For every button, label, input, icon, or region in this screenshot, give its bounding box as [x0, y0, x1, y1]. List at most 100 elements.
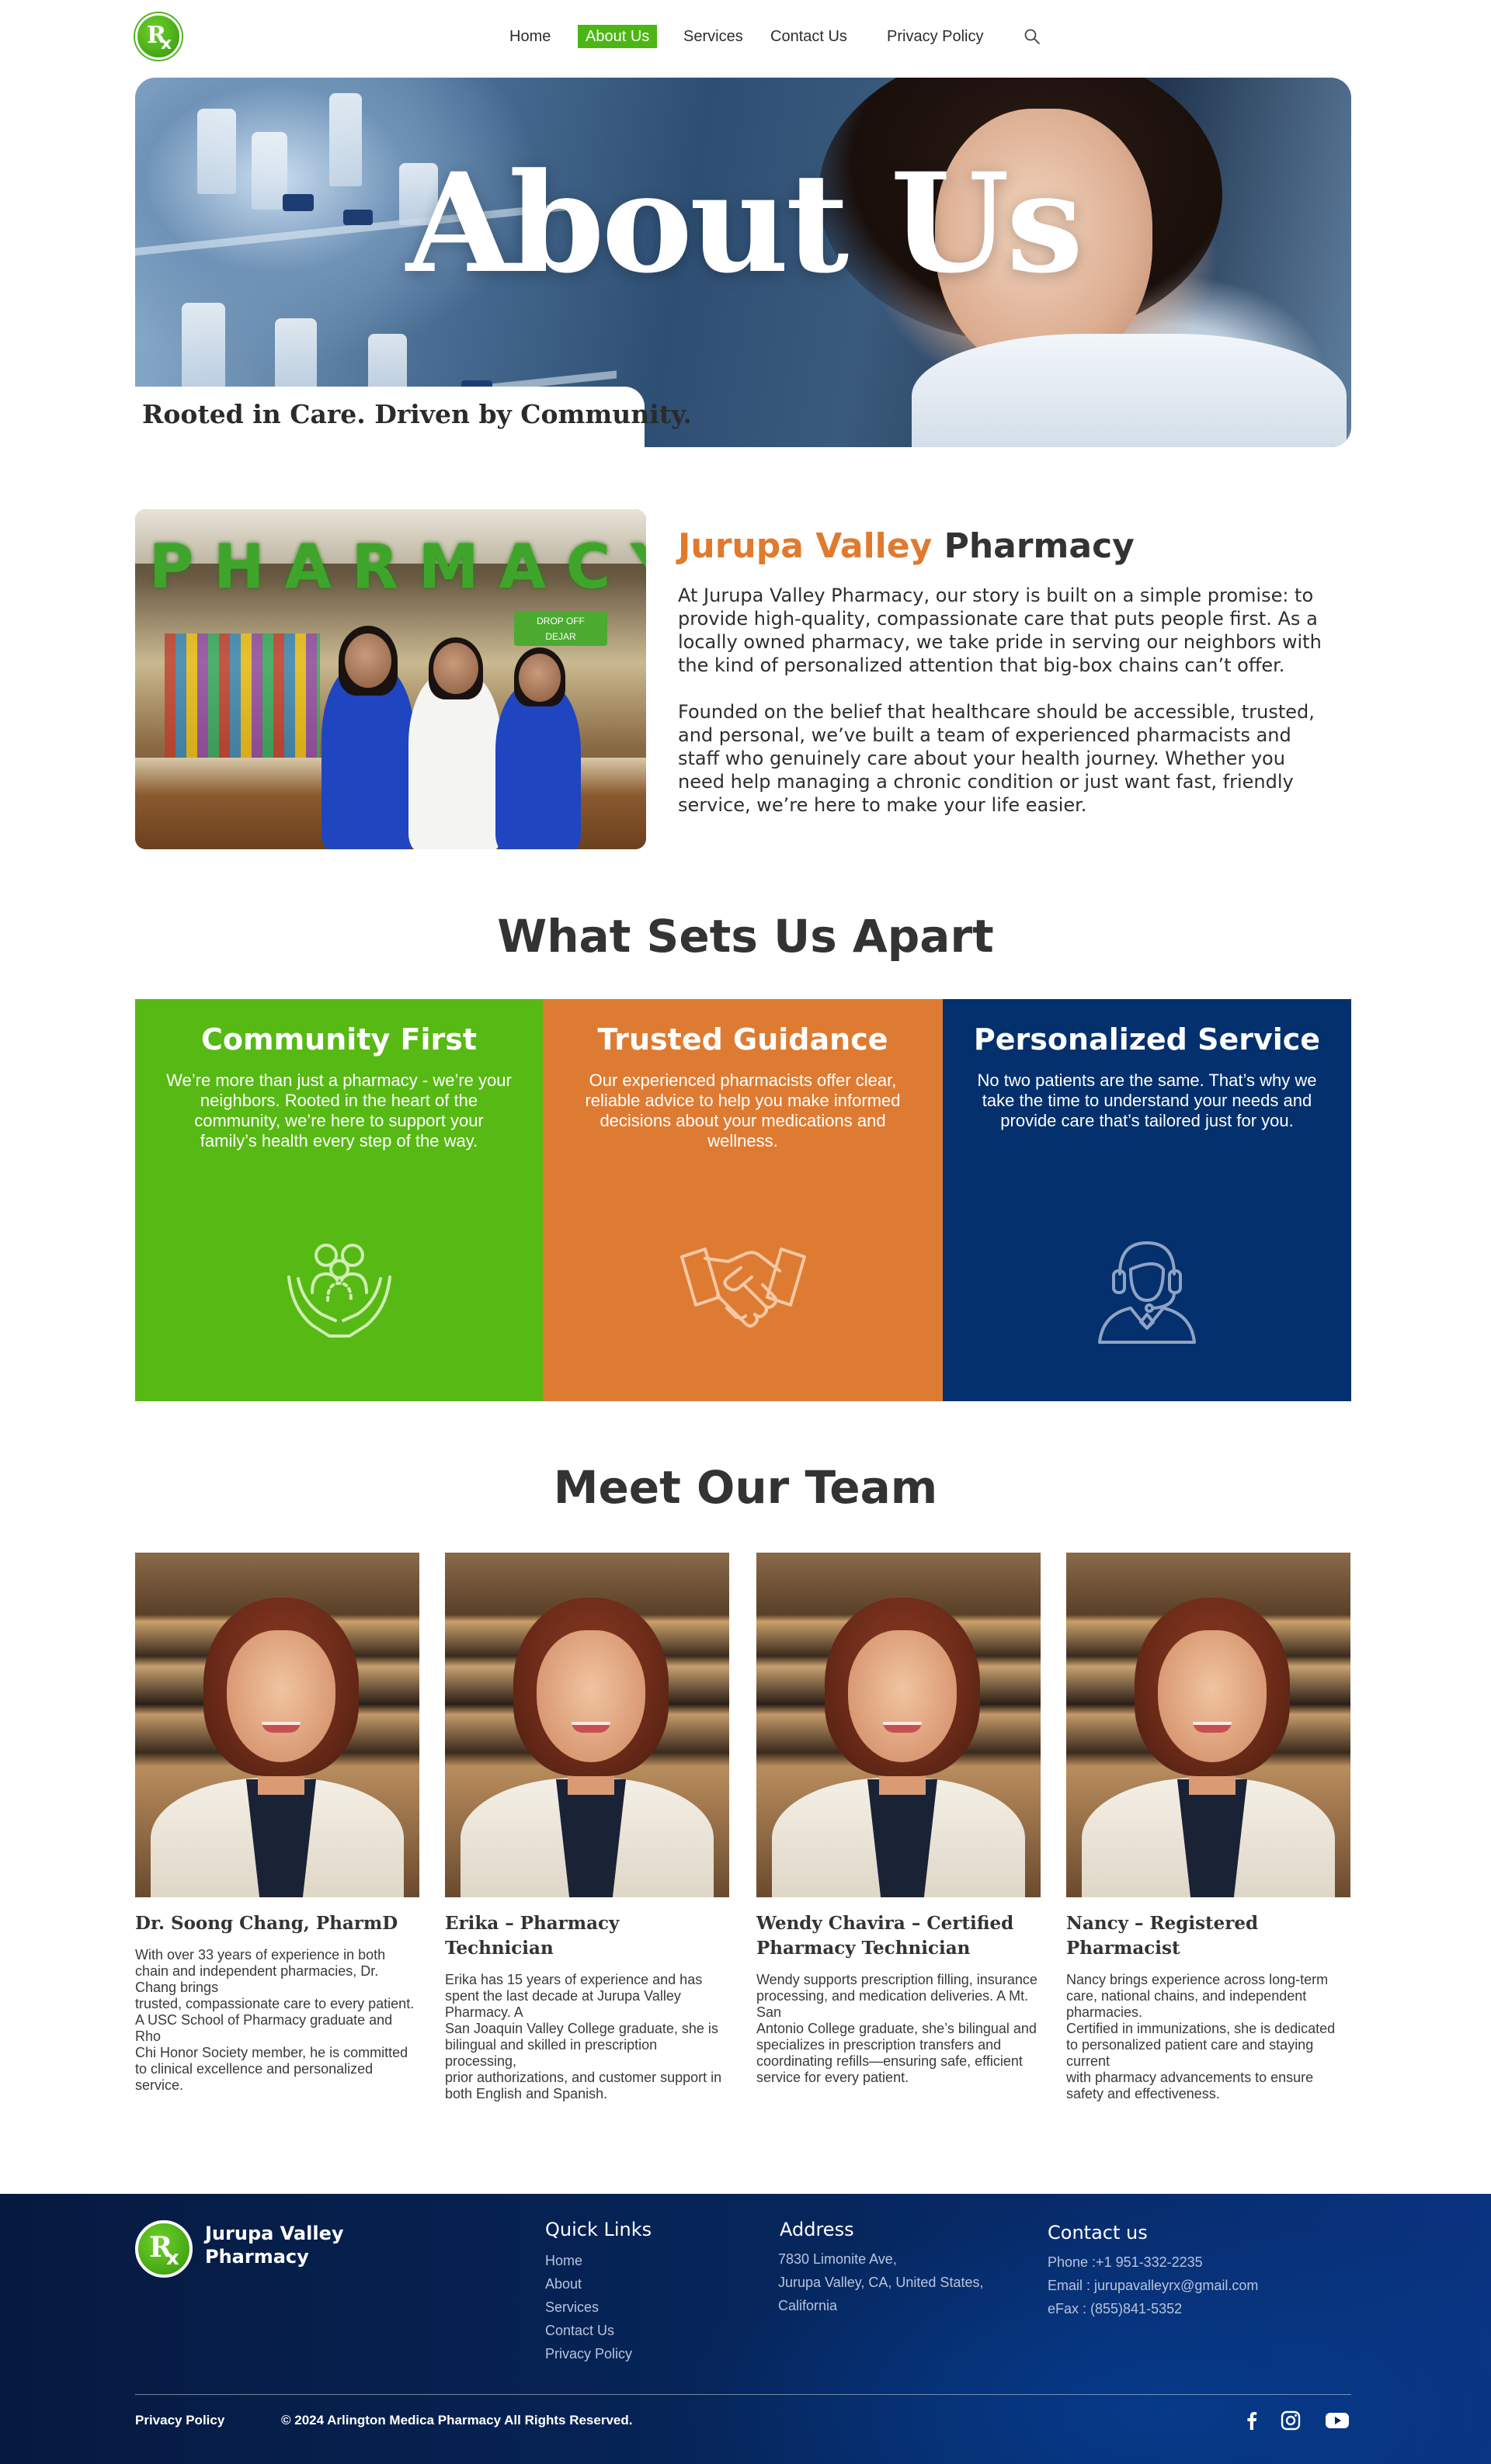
- youtube-icon[interactable]: [1325, 2410, 1350, 2431]
- photo-smile: [883, 1722, 922, 1733]
- photo-staff-head: [433, 643, 478, 694]
- feature-title: Trusted Guidance: [597, 1022, 888, 1057]
- footer-brand-line: Jurupa Valley: [205, 2223, 344, 2244]
- footer-link-home[interactable]: Home: [545, 2253, 582, 2269]
- address-line: Jurupa Valley, CA, United States,: [778, 2275, 984, 2290]
- nav-home[interactable]: Home: [509, 25, 551, 48]
- team-title: Meet Our Team: [553, 1461, 938, 1514]
- footer-rx-logo[interactable]: R x: [135, 2220, 193, 2278]
- photo-staff-person: [495, 684, 581, 849]
- hero-tagline: Rooted in Care. Driven by Community.: [142, 399, 692, 429]
- bio-line: Nancy brings experience across long-term…: [1066, 1972, 1329, 2020]
- photo-face: [537, 1630, 645, 1762]
- team-member-photo: [135, 1553, 419, 1897]
- contact-title: Contact us: [1048, 2222, 1148, 2244]
- nav-privacy-policy[interactable]: Privacy Policy: [887, 25, 983, 48]
- feature-card-personalized-service: Personalized Service No two patients are…: [943, 999, 1351, 1401]
- team-member-bio: Nancy brings experience across long-term…: [1066, 1972, 1350, 2102]
- about-paragraph-2: Founded on the belief that healthcare sh…: [678, 701, 1315, 816]
- footer-link-services[interactable]: Services: [545, 2299, 599, 2316]
- facebook-icon[interactable]: [1241, 2410, 1263, 2431]
- team-member-photo: [1066, 1553, 1350, 1897]
- address-line: 7830 Limonite Ave,: [778, 2251, 897, 2267]
- team-member-photo: [445, 1553, 729, 1897]
- team-member-bio: Erika has 15 years of experience and has…: [445, 1972, 729, 2102]
- footer-copyright: © 2024 Arlington Medica Pharmacy All Rig…: [281, 2413, 633, 2428]
- bio-line: Chi Honor Society member, he is committe…: [135, 2045, 408, 2093]
- contact-email[interactable]: Email : jurupavalleyrx@gmail.com: [1048, 2278, 1258, 2294]
- contact-efax: eFax : (855)841-5352: [1048, 2301, 1183, 2317]
- drop-off-label: DROP OFF: [537, 616, 585, 626]
- site-header: R x Home About Us Services Contact Us Pr…: [0, 0, 1491, 75]
- contact-phone[interactable]: Phone :+1 951-332-2235: [1048, 2254, 1203, 2271]
- quick-links-title: Quick Links: [545, 2219, 652, 2240]
- hero-bottle: [275, 318, 317, 396]
- team-member-name: Dr. Soong Chang, PharmD: [135, 1913, 398, 1934]
- team-member-card: Nancy – Registered Pharmacist Nancy brin…: [1066, 1553, 1350, 2102]
- support-agent-icon: [1098, 1241, 1196, 1344]
- bio-line: coordinating refills—ensuring safe, effi…: [756, 2053, 1023, 2085]
- photo-face: [227, 1630, 335, 1762]
- dejar-label: DEJAR: [545, 631, 576, 642]
- nav-about-us[interactable]: About Us: [578, 25, 658, 48]
- team-member-name: Erika – Pharmacy Technician: [445, 1913, 620, 1959]
- bio-line: trusted, compassionate care to every pat…: [135, 1996, 415, 2044]
- bio-line: Wendy supports prescription filling, ins…: [756, 1972, 1037, 2020]
- footer-brand-line: Pharmacy: [205, 2246, 309, 2268]
- photo-staff-head: [345, 633, 391, 688]
- footer-privacy-policy-link[interactable]: Privacy Policy: [135, 2413, 224, 2428]
- hero-bottle: [182, 303, 225, 388]
- logo-x: x: [166, 2247, 179, 2270]
- team-member-name: Wendy Chavira – Certified Pharmacy Techn…: [756, 1913, 1014, 1959]
- footer-link-privacy-policy[interactable]: Privacy Policy: [545, 2346, 632, 2362]
- photo-smile: [262, 1722, 301, 1733]
- features-title: What Sets Us Apart: [497, 910, 994, 963]
- team-member-photo: [756, 1553, 1041, 1897]
- photo-face: [1158, 1630, 1267, 1762]
- about-heading: Jurupa Valley Pharmacy: [678, 526, 1135, 566]
- bio-line: Certified in immunizations, she is dedic…: [1066, 2021, 1336, 2069]
- feature-text: We’re more than just a pharmacy - we’re …: [166, 1071, 512, 1150]
- address-line: California: [778, 2298, 838, 2313]
- bio-line: San Joaquin Valley College graduate, she…: [445, 2021, 718, 2069]
- bio-line: Erika has 15 years of experience and has…: [445, 1972, 703, 2020]
- feature-text: No two patients are the same. That’s why…: [977, 1071, 1317, 1130]
- footer-link-contact-us[interactable]: Contact Us: [545, 2323, 614, 2339]
- community-hands-icon: [287, 1244, 391, 1338]
- pharmacy-staff-photo: PHARMACY DROP OFF DEJAR: [135, 509, 646, 849]
- photo-staff-head: [519, 654, 561, 702]
- bio-line: prior authorizations, and customer suppo…: [445, 2070, 722, 2101]
- bio-line: With over 33 years of experience in both…: [135, 1947, 386, 1995]
- hero-title: About Us: [405, 143, 1083, 304]
- photo-smile: [1193, 1722, 1232, 1733]
- nav-contact-us[interactable]: Contact Us: [770, 25, 847, 48]
- feature-title: Community First: [201, 1022, 477, 1057]
- team-member-card: Wendy Chavira – Certified Pharmacy Techn…: [756, 1553, 1041, 2086]
- footer-divider: [135, 2394, 1351, 2395]
- team-member-name: Nancy – Registered Pharmacist: [1066, 1913, 1259, 1959]
- footer-brand: Jurupa Valley Pharmacy: [205, 2222, 344, 2268]
- team-member-card: Dr. Soong Chang, PharmD With over 33 yea…: [135, 1553, 419, 2094]
- bio-line: with pharmacy advancements to ensure saf…: [1066, 2070, 1314, 2101]
- photo-drop-off-sign: DROP OFF DEJAR: [514, 612, 607, 646]
- search-icon[interactable]: [1024, 28, 1041, 45]
- about-heading-rest: Pharmacy: [944, 526, 1135, 566]
- nav-services[interactable]: Services: [683, 25, 743, 48]
- team-member-bio: With over 33 years of experience in both…: [135, 1947, 419, 2094]
- feature-title: Personalized Service: [973, 1022, 1321, 1057]
- hero-person-coat: [912, 334, 1347, 447]
- instagram-icon[interactable]: [1280, 2410, 1302, 2431]
- team-member-bio: Wendy supports prescription filling, ins…: [756, 1972, 1041, 2086]
- main-nav: Home About Us Services Contact Us Privac…: [0, 25, 1491, 50]
- feature-card-community-first: Community First We’re more than just a p…: [135, 999, 543, 1401]
- about-paragraph-1: At Jurupa Valley Pharmacy, our story is …: [678, 585, 1322, 676]
- feature-text: Our experienced pharmacists offer clear,…: [585, 1071, 901, 1150]
- photo-pharmacy-sign: PHARMACY: [149, 533, 646, 602]
- address-title: Address: [780, 2219, 854, 2240]
- photo-face: [848, 1630, 957, 1762]
- photo-smile: [572, 1722, 610, 1733]
- bio-line: Antonio College graduate, she’s bilingua…: [756, 2021, 1037, 2053]
- team-member-card: Erika – Pharmacy Technician Erika has 15…: [445, 1553, 729, 2102]
- feature-card-trusted-guidance: Trusted Guidance Our experienced pharmac…: [543, 999, 943, 1401]
- footer-link-about[interactable]: About: [545, 2276, 582, 2292]
